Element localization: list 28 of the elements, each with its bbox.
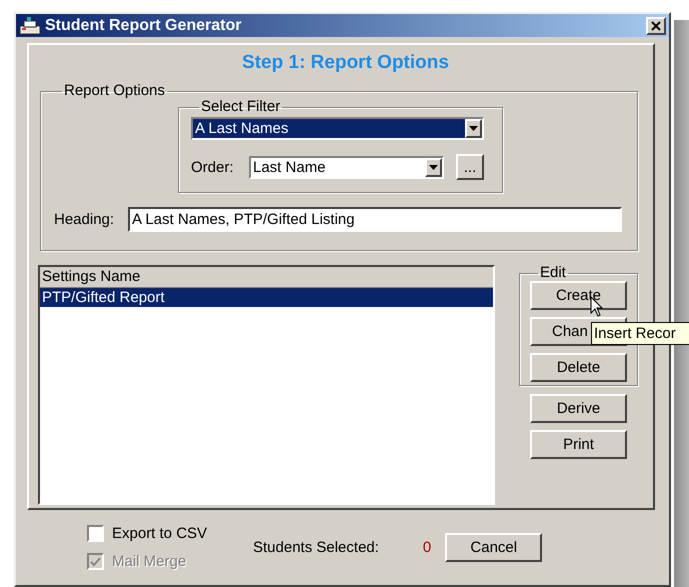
tooltip: Insert Recor (591, 322, 689, 345)
heading-label: Heading: (54, 211, 116, 228)
group-label: Select Filter (200, 99, 282, 115)
check-icon (90, 556, 101, 566)
heading-field[interactable]: A Last Names, PTP/Gifted Listing (128, 207, 622, 232)
students-selected-count: 0 (422, 539, 432, 556)
window-title: Student Report Generator (45, 16, 242, 34)
edit-button[interactable]: Delete (530, 353, 627, 382)
column-header[interactable]: Settings Name (40, 267, 493, 288)
list-row[interactable]: PTP/Gifted Report (40, 288, 493, 307)
checkbox-label: Export to CSV (112, 525, 208, 542)
checkbox-label: Mail Merge (112, 553, 186, 570)
order-dropdown[interactable]: Last Name (249, 156, 444, 178)
browse-button[interactable]: ... (456, 154, 484, 180)
close-button[interactable] (646, 16, 666, 34)
cancel-button[interactable]: Cancel (445, 533, 542, 562)
action-button[interactable]: Derive (530, 394, 627, 423)
group-label: Report Options (63, 83, 166, 99)
action-button[interactable]: Print (530, 430, 627, 459)
printer-icon (19, 16, 41, 36)
step-title: Step 1: Report Options (241, 51, 450, 75)
group-label: Edit (539, 265, 567, 281)
order-label: Order: (191, 158, 235, 176)
filter-dropdown[interactable]: A Last Names (191, 117, 484, 140)
students-selected-label: Students Selected: (253, 539, 379, 556)
checkbox[interactable] (87, 525, 104, 542)
edit-button[interactable]: Create (530, 281, 627, 310)
close-icon (651, 20, 661, 30)
